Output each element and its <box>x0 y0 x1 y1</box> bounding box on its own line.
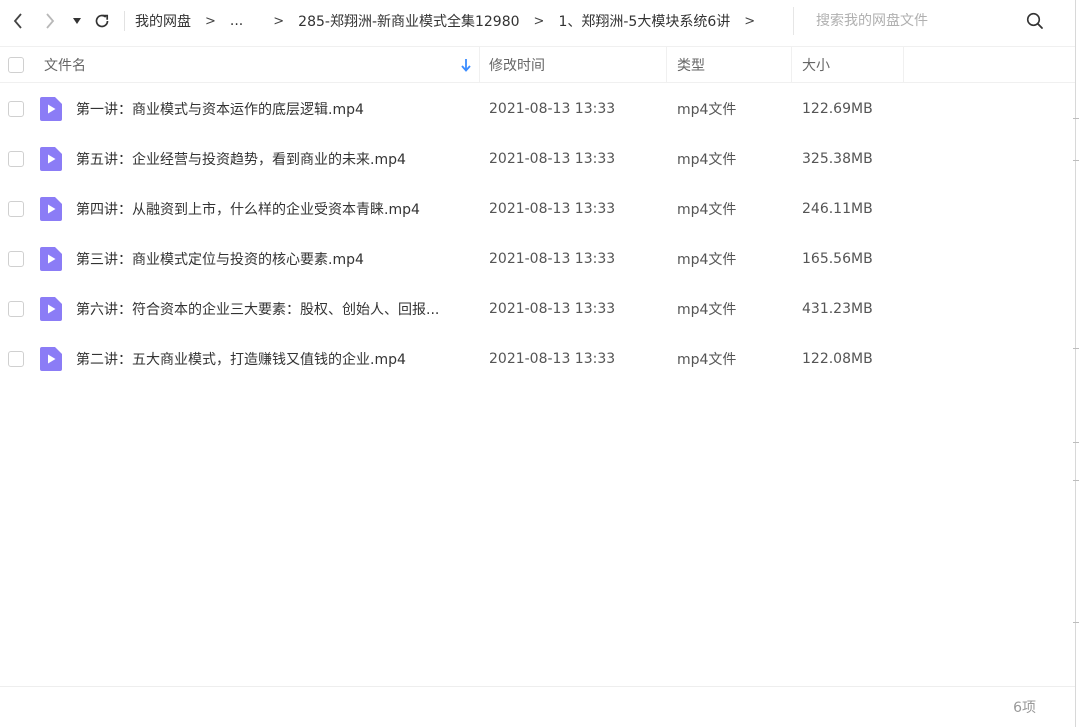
column-label-size: 大小 <box>802 57 830 74</box>
window-edge-tick <box>1073 160 1079 161</box>
row-checkbox[interactable] <box>8 301 24 317</box>
file-name[interactable]: 第三讲：商业模式定位与投资的核心要素.mp4 <box>76 249 468 269</box>
window-edge-tick <box>1073 118 1079 119</box>
search-icon[interactable] <box>1025 11 1045 31</box>
window-edge-tick <box>1073 622 1079 623</box>
row-checkbox[interactable] <box>8 101 24 117</box>
table-row[interactable]: 第三讲：商业模式定位与投资的核心要素.mp4 2021-08-13 13:33 mp… <box>0 234 1075 284</box>
file-name-cell: 第三讲：商业模式定位与投资的核心要素.mp4 <box>40 247 480 271</box>
file-type: mp4文件 <box>677 102 737 118</box>
file-type: mp4文件 <box>677 302 737 318</box>
refresh-button[interactable] <box>88 0 116 42</box>
column-header-name[interactable]: 文件名 <box>0 47 480 82</box>
video-file-icon <box>40 347 62 371</box>
file-size: 325.38MB <box>802 151 873 167</box>
breadcrumb-separator: > <box>205 13 216 29</box>
column-label-type: 类型 <box>677 57 705 74</box>
search-input[interactable] <box>816 13 1016 29</box>
breadcrumb: 我的网盘 > ... > 285-郑翔洲-新商业模式全集12980 > 1、郑翔… <box>135 0 769 42</box>
breadcrumb-item-ellipsis[interactable]: ... <box>230 13 243 29</box>
history-dropdown-button[interactable] <box>66 0 88 42</box>
column-label-mtime: 修改时间 <box>489 57 545 74</box>
window-edge <box>1075 0 1076 727</box>
video-file-icon <box>40 297 62 321</box>
window-edge-tick <box>1073 442 1079 443</box>
refresh-icon <box>95 14 109 28</box>
video-file-icon <box>40 247 62 271</box>
toolbar-divider <box>124 11 125 31</box>
file-name[interactable]: 第二讲：五大商业模式，打造赚钱又值钱的企业.mp4 <box>76 349 468 369</box>
search-box <box>793 7 1073 35</box>
file-type: mp4文件 <box>677 152 737 168</box>
file-type: mp4文件 <box>677 202 737 218</box>
window-edge-tick <box>1073 480 1079 481</box>
column-divider <box>903 47 904 82</box>
toolbar: 我的网盘 > ... > 285-郑翔洲-新商业模式全集12980 > 1、郑翔… <box>0 0 1079 42</box>
file-name-cell: 第一讲：商业模式与资本运作的底层逻辑.mp4 <box>40 97 480 121</box>
column-header-mtime[interactable]: 修改时间 <box>480 47 667 82</box>
caret-down-icon <box>73 18 81 24</box>
file-mtime: 2021-08-13 13:33 <box>489 101 616 117</box>
file-size: 431.23MB <box>802 301 873 317</box>
file-mtime: 2021-08-13 13:33 <box>489 351 616 367</box>
file-size: 122.08MB <box>802 351 873 367</box>
row-checkbox-cell <box>0 101 40 117</box>
video-file-icon <box>40 147 62 171</box>
table-row[interactable]: 第二讲：五大商业模式，打造赚钱又值钱的企业.mp4 2021-08-13 13:3… <box>0 334 1075 384</box>
item-count: 6项 <box>1013 700 1036 716</box>
row-checkbox-cell <box>0 251 40 267</box>
video-file-icon <box>40 197 62 221</box>
row-checkbox-cell <box>0 301 40 317</box>
forward-button[interactable] <box>34 0 66 42</box>
file-name-cell: 第五讲：企业经营与投资趋势，看到商业的未来.mp4 <box>40 147 480 171</box>
file-name[interactable]: 第一讲：商业模式与资本运作的底层逻辑.mp4 <box>76 99 468 119</box>
file-name-cell: 第六讲：符合资本的企业三大要素：股权、创始人、回报... <box>40 297 480 321</box>
file-list: 第一讲：商业模式与资本运作的底层逻辑.mp4 2021-08-13 13:33 mp… <box>0 84 1075 384</box>
video-file-icon <box>40 97 62 121</box>
table-header: 文件名 修改时间 类型 大小 <box>0 46 1075 83</box>
arrow-down-icon[interactable] <box>460 58 472 72</box>
file-size: 165.56MB <box>802 251 873 267</box>
breadcrumb-separator: > <box>533 13 545 29</box>
table-row[interactable]: 第六讲：符合资本的企业三大要素：股权、创始人、回报... 2021-08-13 1… <box>0 284 1075 334</box>
row-checkbox[interactable] <box>8 201 24 217</box>
breadcrumb-separator: > <box>744 13 756 29</box>
file-mtime: 2021-08-13 13:33 <box>489 301 616 317</box>
breadcrumb-item-current[interactable]: 1、郑翔洲-5大模块系统6讲 <box>558 11 730 31</box>
file-size: 122.69MB <box>802 101 873 117</box>
table-row[interactable]: 第一讲：商业模式与资本运作的底层逻辑.mp4 2021-08-13 13:33 mp… <box>0 84 1075 134</box>
file-type: mp4文件 <box>677 352 737 368</box>
file-name-cell: 第二讲：五大商业模式，打造赚钱又值钱的企业.mp4 <box>40 347 480 371</box>
column-header-size[interactable]: 大小 <box>792 47 904 82</box>
column-label-name: 文件名 <box>44 57 86 74</box>
file-mtime: 2021-08-13 13:33 <box>489 251 616 267</box>
row-checkbox[interactable] <box>8 151 24 167</box>
file-name[interactable]: 第六讲：符合资本的企业三大要素：股权、创始人、回报... <box>76 299 468 319</box>
table-row[interactable]: 第四讲：从融资到上市，什么样的企业受资本青睐.mp4 2021-08-13 13:… <box>0 184 1075 234</box>
chevron-left-icon <box>13 13 22 29</box>
file-mtime: 2021-08-13 13:33 <box>489 151 616 167</box>
row-checkbox-cell <box>0 151 40 167</box>
file-type: mp4文件 <box>677 252 737 268</box>
select-all-checkbox[interactable] <box>8 56 24 73</box>
file-mtime: 2021-08-13 13:33 <box>489 201 616 217</box>
file-name-cell: 第四讲：从融资到上市，什么样的企业受资本青睐.mp4 <box>40 197 480 221</box>
file-size: 246.11MB <box>802 201 873 217</box>
row-checkbox[interactable] <box>8 251 24 267</box>
breadcrumb-item-parent[interactable]: 285-郑翔洲-新商业模式全集12980 <box>298 11 519 31</box>
chevron-right-icon <box>46 13 55 29</box>
table-row[interactable]: 第五讲：企业经营与投资趋势，看到商业的未来.mp4 2021-08-13 13:3… <box>0 134 1075 184</box>
breadcrumb-item-root[interactable]: 我的网盘 <box>135 11 191 31</box>
row-checkbox-cell <box>0 351 40 367</box>
window-edge-tick <box>1073 348 1079 349</box>
status-bar: 6项 <box>0 686 1075 727</box>
file-name[interactable]: 第四讲：从融资到上市，什么样的企业受资本青睐.mp4 <box>76 199 468 219</box>
back-button[interactable] <box>2 0 34 42</box>
column-header-type[interactable]: 类型 <box>667 47 792 82</box>
row-checkbox[interactable] <box>8 351 24 367</box>
breadcrumb-separator: > <box>273 13 285 29</box>
row-checkbox-cell <box>0 201 40 217</box>
file-name[interactable]: 第五讲：企业经营与投资趋势，看到商业的未来.mp4 <box>76 149 468 169</box>
